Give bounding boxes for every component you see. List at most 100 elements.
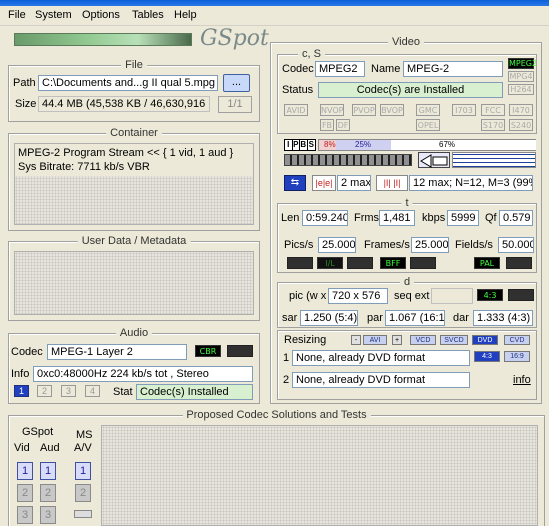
tag-i470: I470 xyxy=(509,104,533,116)
path-field[interactable]: C:\Documents and...g II qual 5.mpg xyxy=(38,75,218,91)
audio-stream-1[interactable]: 1 xyxy=(14,385,29,397)
file-counter: 1/1 xyxy=(218,96,252,113)
kbps-field: 5999 xyxy=(447,210,479,226)
kbps-label: kbps xyxy=(422,212,446,224)
av-label: A/V xyxy=(74,442,92,454)
vid-solution-3[interactable]: 3 xyxy=(17,506,33,524)
tag-nvop: NVOP xyxy=(320,104,344,116)
size-field: 44.4 MB (45,538 KB / 46,630,916 b xyxy=(38,96,210,112)
frame-pct-bar: 8% 25% 67% xyxy=(318,139,536,151)
proposed-group-title: Proposed Codec Solutions and Tests xyxy=(182,409,371,421)
tag-df: DF xyxy=(336,119,350,131)
sar-field: 1.250 (5:4) xyxy=(300,310,358,326)
file-group: File xyxy=(8,59,260,122)
tag-mpg4: MPG4 xyxy=(508,71,534,82)
tag-mpeg2: MPEG2 xyxy=(508,58,538,69)
frms-label: Frms xyxy=(354,212,380,224)
audio-stat-label: Stat xyxy=(113,386,133,398)
fields-field: 50.000 xyxy=(498,237,534,253)
gop-icon: ⇆ xyxy=(284,175,306,191)
pic-field: 720 x 576 xyxy=(328,288,388,304)
rate-tag-bff: BFF xyxy=(380,257,406,269)
ms-label: MS xyxy=(76,429,93,441)
audio-stream-2[interactable]: 2 xyxy=(37,385,52,397)
rate-tag-7 xyxy=(506,257,532,269)
pct-i: 8% xyxy=(324,140,336,149)
tag-i703: I703 xyxy=(452,104,476,116)
rate-tag-pal: PAL xyxy=(474,257,500,269)
tag-h264: H264 xyxy=(508,84,534,95)
aud-label: Aud xyxy=(40,442,60,454)
resize-avi-tag: AVI xyxy=(363,335,387,345)
rate-tag-5 xyxy=(410,257,436,269)
ar-169-tag: 16:9 xyxy=(504,351,530,362)
len-field: 0:59.240 xyxy=(302,210,348,226)
browse-button[interactable]: ... xyxy=(223,74,250,92)
video-status-label: Status xyxy=(282,84,314,96)
vid-solution-1[interactable]: 1 xyxy=(17,462,33,480)
audio-codec-field: MPEG-1 Layer 2 xyxy=(47,344,187,360)
frame-p-letter: P xyxy=(293,140,301,150)
pct-p: 25% xyxy=(355,140,372,149)
menu-options[interactable]: Options xyxy=(82,9,120,21)
frame-type-legend: I P B S xyxy=(284,139,316,151)
dar-label: dar xyxy=(453,312,469,324)
size-label: Size xyxy=(15,98,37,110)
container-line-2: Sys Bitrate: 7711 kb/s VBR xyxy=(18,161,150,173)
audio-stream-3[interactable]: 3 xyxy=(61,385,76,397)
video-status-field: Codec(s) are Installed xyxy=(318,82,503,98)
resize-line1-num: 1 xyxy=(283,352,290,364)
audio-stream-4[interactable]: 4 xyxy=(85,385,100,397)
tag-s170: S170 xyxy=(481,119,505,131)
resize-plus-button[interactable]: + xyxy=(392,335,402,345)
rate-tag-1 xyxy=(287,257,313,269)
audio-vbr-tag xyxy=(227,345,253,357)
menu-tables[interactable]: Tables xyxy=(132,9,164,21)
pics-field: 25.000 xyxy=(318,237,356,253)
t-label: t xyxy=(401,197,413,209)
bframes-marker: |e|e| xyxy=(312,175,336,191)
aud-solution-3[interactable]: 3 xyxy=(40,506,56,524)
fields-label: Fields/s xyxy=(455,239,493,251)
video-codec-field: MPEG2 xyxy=(315,61,365,77)
logo-gspot: GSpot xyxy=(200,26,269,51)
resize-line2-field: None, already DVD format xyxy=(292,372,470,388)
vid-solution-2[interactable]: 2 xyxy=(17,484,33,502)
logo-bar xyxy=(14,33,192,46)
cs-label: c, S xyxy=(298,48,325,60)
ms-solution-bar xyxy=(74,510,92,518)
tag-gmc: GMC xyxy=(416,104,440,116)
menu-system[interactable]: System xyxy=(35,9,72,21)
frame-b-letter: B xyxy=(300,140,308,150)
seqext-field xyxy=(431,288,473,304)
resize-line2-num: 2 xyxy=(283,374,290,386)
ms-solution-1[interactable]: 1 xyxy=(75,462,91,480)
path-label: Path xyxy=(13,77,36,89)
pics-label: Pics/s xyxy=(284,239,314,251)
frame-s-letter: S xyxy=(308,140,314,149)
audio-group-title: Audio xyxy=(115,327,153,339)
ratio-tag: 4:3 xyxy=(477,289,503,301)
tag-opel: OPEL xyxy=(416,119,440,131)
ms-solution-2[interactable]: 2 xyxy=(75,484,91,502)
resize-cvd-tag: CVD xyxy=(504,335,530,345)
aud-solution-1[interactable]: 1 xyxy=(40,462,56,480)
audio-stat-field: Codec(s) Installed xyxy=(136,384,253,400)
userdata-group-title: User Data / Metadata xyxy=(77,235,191,247)
resize-minus-button[interactable]: - xyxy=(351,335,361,345)
video-codec-label: Codec xyxy=(282,63,314,75)
menu-bar: File System Options Tables Help xyxy=(0,6,549,26)
menu-help[interactable]: Help xyxy=(174,9,197,21)
video-name-field: MPEG-2 xyxy=(403,61,503,77)
menu-file[interactable]: File xyxy=(8,9,26,21)
qf-field: 0.579 xyxy=(499,210,533,226)
info-link[interactable]: info xyxy=(513,374,531,386)
container-line-1: MPEG-2 Program Stream << { 1 vid, 1 aud … xyxy=(18,147,234,159)
par-field: 1.067 (16:15 xyxy=(385,310,445,326)
frms-field: 1,481 xyxy=(379,210,415,226)
video-name-label: Name xyxy=(371,63,401,75)
aud-solution-2[interactable]: 2 xyxy=(40,484,56,502)
gspot-label: GSpot xyxy=(22,426,54,438)
file-group-title: File xyxy=(121,59,147,71)
sar-label: sar xyxy=(282,312,298,324)
